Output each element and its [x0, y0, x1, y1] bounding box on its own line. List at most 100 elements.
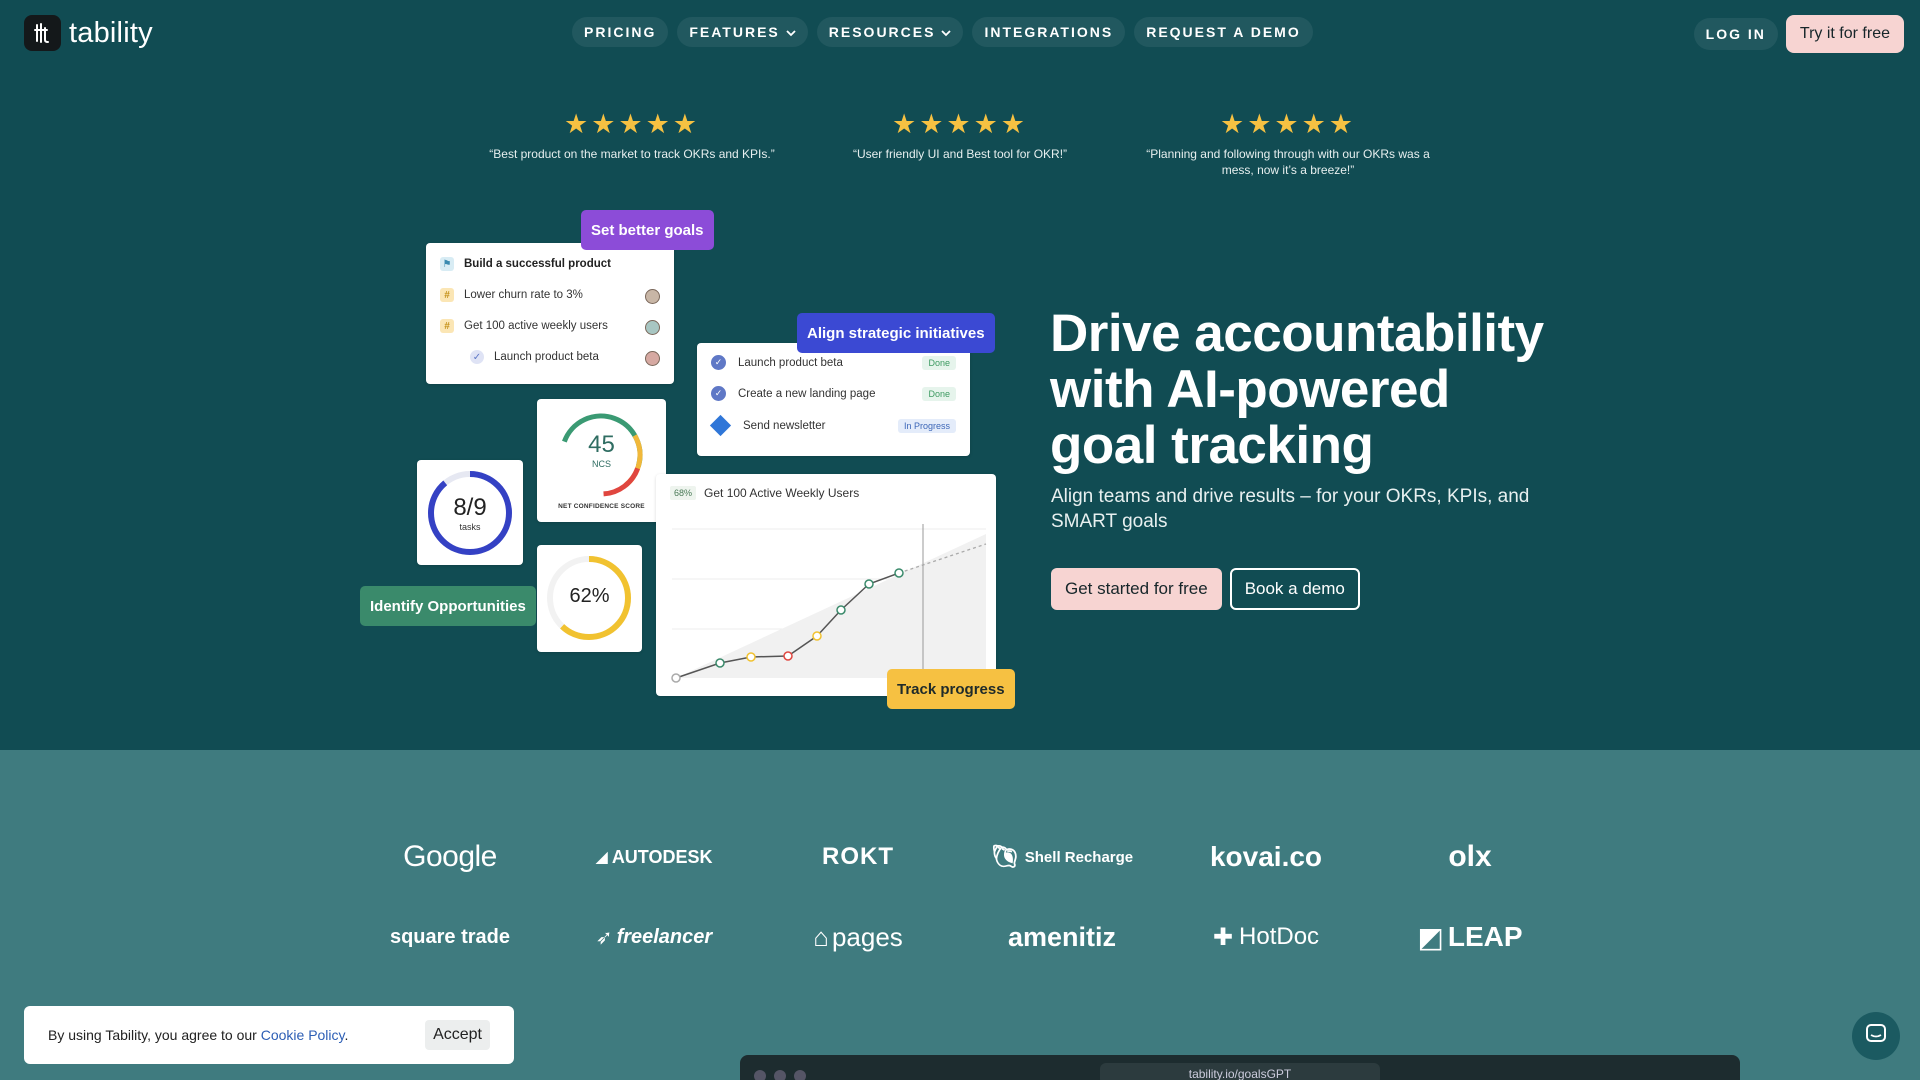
top-navigation: tability PRICING FEATURES RESOURCES INTE… [0, 0, 1920, 64]
initiative-row: Send newsletter In Progress [709, 414, 956, 437]
logo-shell-recharge: 🐚︎ Shell Recharge [982, 837, 1142, 877]
logo-hotdoc-text: HotDoc [1239, 923, 1320, 950]
tag-track-progress: Track progress [887, 669, 1015, 709]
logo-hotdoc: ✚ HotDoc [1186, 917, 1346, 957]
window-controls [754, 1070, 806, 1080]
browser-url: tability.io/goalsGPT [1100, 1063, 1380, 1080]
try-free-button[interactable]: Try it for free [1785, 15, 1904, 53]
nav-pricing[interactable]: PRICING [572, 17, 669, 47]
logo-freelancer-text: freelancer [616, 925, 713, 948]
leap-icon: ◩ [1417, 921, 1444, 953]
chart-point [783, 651, 793, 661]
shell-icon: 🐚︎ [990, 844, 1019, 869]
goal-row: # Get 100 active weekly users [440, 319, 608, 333]
tability-logo-icon [24, 15, 61, 51]
tasks-card: 8/9 tasks [417, 460, 523, 565]
logo-rokt: ROKT [822, 843, 894, 870]
initiative-row: ✓ Launch product beta Done [711, 355, 956, 370]
book-demo-button[interactable]: Book a demo [1229, 568, 1360, 610]
logo-autodesk-text: AUTODESK [611, 846, 713, 867]
avatar [645, 289, 660, 304]
logo-amenitiz: amenitiz [1007, 921, 1117, 952]
hero-cta-row: Get started for free Book a demo [1051, 568, 1360, 610]
nav-pricing-label: PRICING [584, 24, 657, 40]
review-2: ★★★★★ “User friendly UI and Best tool fo… [815, 110, 1105, 162]
status-badge: In Progress [897, 418, 956, 433]
cookie-banner: By using Tability, you agree to our Cook… [24, 1006, 514, 1064]
check-icon: ✓ [470, 350, 484, 364]
diamond-icon [709, 414, 732, 437]
hero-subline: Align teams and drive results – for your… [1051, 486, 1530, 532]
logo-freelancer: ➶ freelancer [574, 917, 734, 957]
nav-actions: LOG IN Try it for free [1693, 15, 1904, 53]
status-badge: Done [922, 386, 956, 401]
logo-hipages-text: pages [831, 921, 903, 952]
logo-square-trade: square trade [389, 926, 511, 948]
nav-integrations[interactable]: INTEGRATIONS [972, 17, 1126, 47]
nav-features-label: FEATURES [689, 24, 780, 40]
ncs-unit: NCS [591, 459, 611, 469]
ncs-caption: NET CONFIDENCE SCORE [558, 503, 645, 510]
chart-point [671, 673, 681, 683]
nav-resources[interactable]: RESOURCES [816, 17, 964, 47]
goals-card: ⚑ Build a successful product # Lower chu… [426, 243, 674, 384]
review-1: ★★★★★ “Best product on the market to tra… [487, 110, 777, 162]
initiative-label: Launch product beta [738, 356, 843, 369]
login-button[interactable]: LOG IN [1693, 18, 1778, 50]
review-quote: “User friendly UI and Best tool for OKR!… [852, 147, 1068, 161]
initiative-label: Send newsletter [743, 419, 826, 432]
logo-leap-text: LEAP [1447, 921, 1523, 952]
avatar [645, 320, 660, 335]
chart-point [746, 652, 756, 662]
five-stars-icon: ★★★★★ [1219, 109, 1357, 139]
review-3: ★★★★★ “Planning and following through wi… [1143, 110, 1433, 178]
hash-icon: # [440, 319, 454, 333]
cookie-message: By using Tability, you agree to our [48, 1027, 261, 1043]
logo-olx: olx [1448, 840, 1492, 873]
hash-icon: # [440, 288, 454, 302]
chart-point [864, 579, 874, 589]
progress-chart-card: 68% Get 100 Active Weekly Users [656, 474, 996, 696]
percent-card: 62% [537, 545, 642, 652]
logo-hipages: ⌂ pages [778, 917, 938, 957]
initiative-row: ✓ Create a new landing page Done [711, 386, 956, 401]
accept-cookies-button[interactable]: Accept [425, 1020, 490, 1050]
five-stars-icon: ★★★★★ [563, 109, 701, 139]
brand-logo[interactable]: tability [24, 15, 153, 51]
chat-launcher[interactable] [1852, 1012, 1900, 1060]
nav-features[interactable]: FEATURES [677, 17, 808, 47]
chart-point [715, 658, 725, 668]
five-stars-icon: ★★★★★ [891, 109, 1029, 139]
logo-leap: ◩ LEAP [1390, 917, 1550, 957]
cookie-period: . [344, 1027, 349, 1043]
goal-row: ⚑ Build a successful product [440, 257, 611, 271]
brand-name: tability [69, 16, 153, 49]
check-circle-icon: ✓ [711, 386, 726, 401]
percent-value: 62% [569, 585, 610, 607]
tasks-value: 8/9 [453, 494, 487, 521]
initiative-label: Create a new landing page [738, 387, 876, 400]
goal-label: Launch product beta [494, 351, 599, 363]
status-badge: Done [922, 355, 956, 370]
goal-row: ✓ Launch product beta [470, 350, 599, 364]
goal-label: Get 100 active weekly users [464, 320, 608, 332]
chevron-down-icon [941, 24, 952, 40]
hero-headline: Drive accountability with AI-powered goa… [1050, 304, 1544, 475]
cookie-text: By using Tability, you agree to our Cook… [48, 1027, 348, 1043]
chart-point [836, 605, 846, 615]
get-started-button[interactable]: Get started for free [1051, 568, 1222, 610]
tag-identify-opportunities: Identify Opportunities [360, 586, 536, 626]
tag-set-better-goals: Set better goals [581, 210, 714, 250]
check-circle-icon: ✓ [711, 355, 726, 370]
progress-line-chart [671, 524, 987, 683]
nav-request-demo[interactable]: REQUEST A DEMO [1134, 17, 1313, 47]
review-quote: “Planning and following through with our… [1146, 147, 1430, 177]
ncs-card: 45 NCS NET CONFIDENCE SCORE [537, 399, 666, 522]
ncs-value: 45 [588, 431, 615, 458]
logo-kovai: kovai.co [1209, 841, 1323, 872]
nav-resources-label: RESOURCES [828, 24, 936, 40]
cookie-policy-link[interactable]: Cookie Policy [261, 1027, 345, 1043]
autodesk-icon: ◢ [595, 849, 608, 866]
logo-autodesk: ◢ AUTODESK [574, 837, 734, 877]
logo-google: Google [403, 840, 497, 873]
